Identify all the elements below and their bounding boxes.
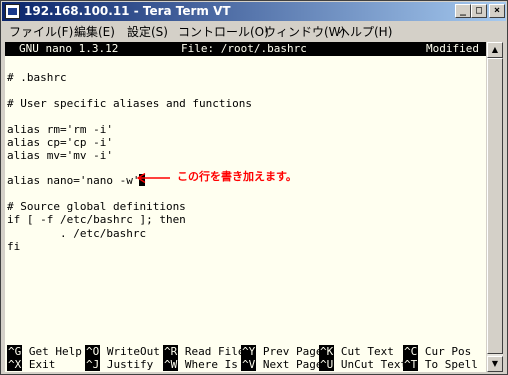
annotation-note: この行を書き加えます。 <box>177 170 297 183</box>
scroll-down-button[interactable]: ▼ <box>487 356 503 372</box>
close-button[interactable]: × <box>489 4 505 18</box>
menu-setup[interactable]: 設定(S) <box>127 25 168 39</box>
shortcut-justify[interactable]: ^J Justify <box>85 358 153 371</box>
shortcut-prev-page[interactable]: ^Y Prev Page <box>241 345 322 358</box>
shortcut-writeout[interactable]: ^O WriteOut <box>85 345 160 358</box>
text-line: alias nano='nano -w' <box>7 174 140 187</box>
menu-help[interactable]: ヘルプ(H) <box>338 25 392 39</box>
shortcut-where-is[interactable]: ^W Where Is <box>163 358 238 371</box>
text-line: # User specific aliases and functions <box>7 97 253 110</box>
menu-bar: ファイル(F) 編集(E) 設定(S) コントロール(O) ウィンドウ(W) ヘ… <box>2 22 506 41</box>
nano-filename: File: /root/.bashrc <box>181 42 307 55</box>
window-title: 192.168.100.11 - Tera Term VT <box>24 4 231 18</box>
terminal-window: 192.168.100.11 - Tera Term VT _ □ × ファイル… <box>0 0 508 375</box>
text-line: # .bashrc <box>7 71 67 84</box>
shortcut-get-help[interactable]: ^G Get Help <box>7 345 82 358</box>
text-line-with-cursor: alias nano='nano -w' <box>7 174 146 188</box>
shortcut-uncut-text[interactable]: ^U UnCut Text <box>319 358 407 371</box>
shortcut-to-spell[interactable]: ^T To Spell <box>403 358 478 371</box>
arrow-left-icon <box>136 173 170 183</box>
text-line: fi <box>7 240 21 253</box>
menu-window[interactable]: ウィンドウ(W) <box>264 25 345 39</box>
title-bar[interactable]: 192.168.100.11 - Tera Term VT _ □ × <box>2 2 506 21</box>
text-line: # Source global definitions <box>7 200 186 213</box>
vertical-scrollbar[interactable]: ▲ ▼ <box>487 42 503 372</box>
app-icon[interactable] <box>5 4 20 19</box>
text-line: . /etc/bashrc <box>7 227 147 240</box>
shortcut-read-file[interactable]: ^R Read File <box>163 345 244 358</box>
nano-header: GNU nano 1.3.12 File: /root/.bashrc Modi… <box>5 42 486 56</box>
shortcut-next-page[interactable]: ^V Next Page <box>241 358 322 371</box>
nano-status: Modified <box>426 42 479 55</box>
shortcut-exit[interactable]: ^X Exit <box>7 358 55 371</box>
nano-version: GNU nano 1.3.12 <box>19 42 119 55</box>
maximize-button[interactable]: □ <box>471 4 487 18</box>
scroll-thumb[interactable] <box>487 58 503 354</box>
text-line: alias cp='cp -i' <box>7 136 113 149</box>
scroll-up-button[interactable]: ▲ <box>487 42 503 58</box>
menu-edit[interactable]: 編集(E) <box>74 25 115 39</box>
shortcut-cut-text[interactable]: ^K Cut Text <box>319 345 394 358</box>
terminal-screen[interactable]: GNU nano 1.3.12 File: /root/.bashrc Modi… <box>5 42 486 372</box>
text-line: alias rm='rm -i' <box>7 123 113 136</box>
menu-file[interactable]: ファイル(F) <box>9 25 73 39</box>
menu-control[interactable]: コントロール(O) <box>178 25 269 39</box>
minimize-button[interactable]: _ <box>455 4 471 18</box>
text-line: alias mv='mv -i' <box>7 149 113 162</box>
shortcut-cur-pos[interactable]: ^C Cur Pos <box>403 345 471 358</box>
text-line: if [ -f /etc/bashrc ]; then <box>7 213 186 226</box>
